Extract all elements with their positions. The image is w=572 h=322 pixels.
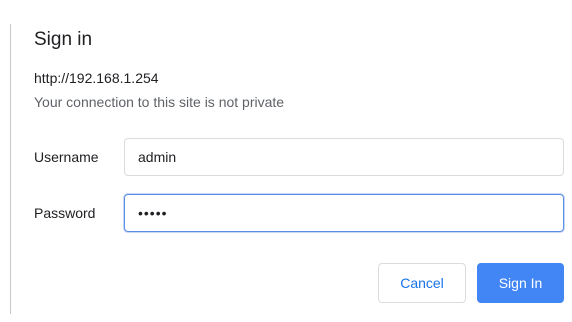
password-input[interactable] [124, 194, 564, 232]
cancel-button[interactable]: Cancel [378, 263, 466, 303]
username-label: Username [34, 149, 99, 165]
dialog-title: Sign in [34, 29, 93, 50]
username-input[interactable] [124, 138, 564, 176]
connection-warning: Your connection to this site is not priv… [34, 94, 285, 110]
dialog-left-border [10, 24, 11, 314]
site-origin: http://192.168.1.254 [34, 70, 159, 86]
sign-in-dialog: Sign in http://192.168.1.254 Your connec… [0, 0, 572, 322]
password-label: Password [34, 205, 96, 221]
sign-in-button[interactable]: Sign In [477, 263, 564, 303]
